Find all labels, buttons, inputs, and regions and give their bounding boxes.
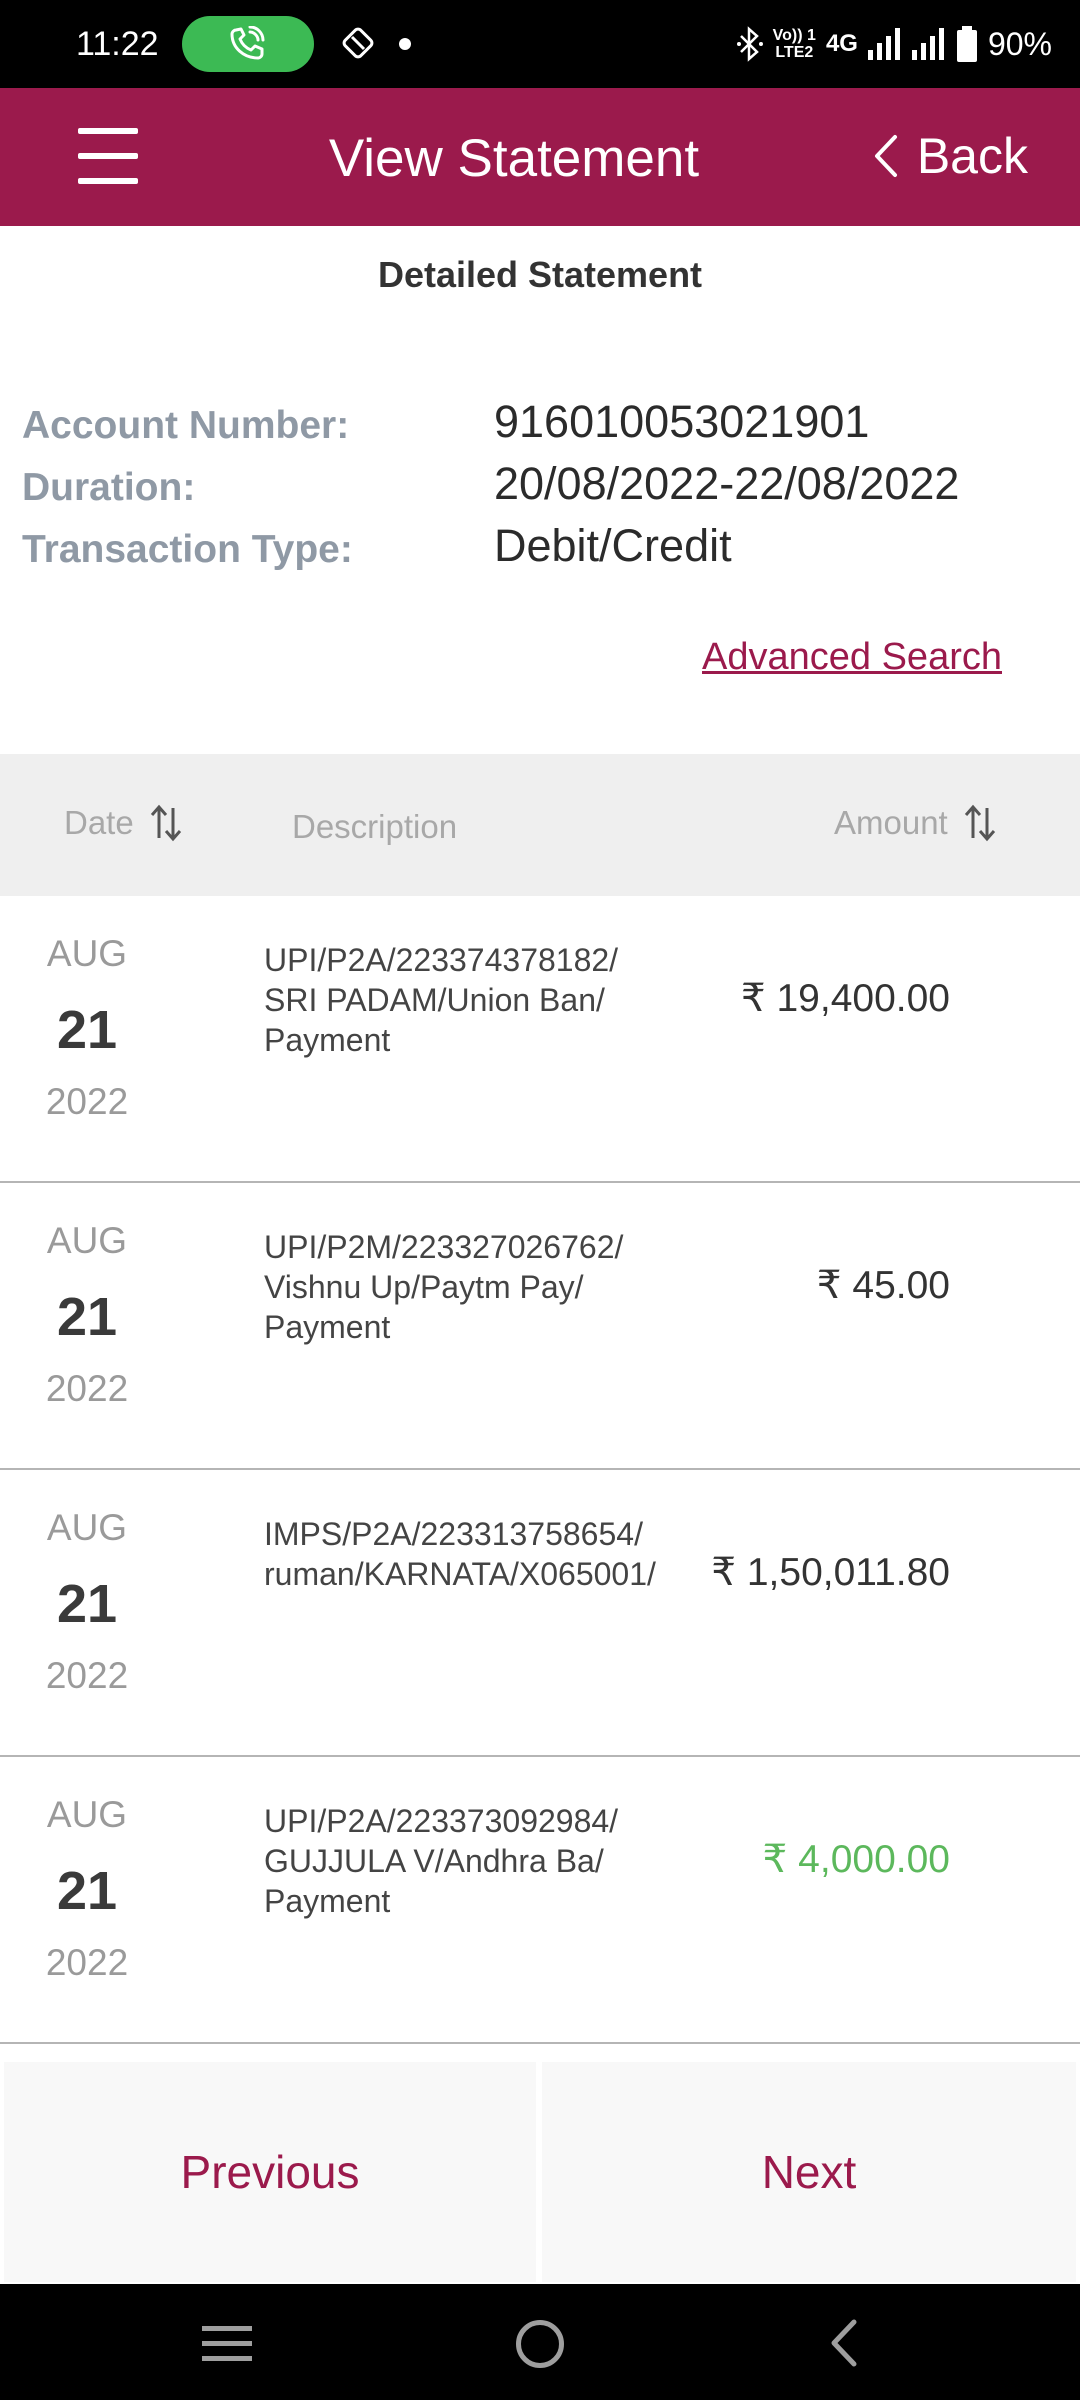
- account-number-value: 916010053021901: [494, 396, 870, 447]
- signal-icon: [867, 28, 900, 60]
- status-bar: 11:22 Vo)) 1 LTE2 4G 90%: [0, 0, 1080, 88]
- recents-icon[interactable]: [202, 2324, 252, 2364]
- date-month: AUG: [46, 933, 128, 974]
- transaction-amount: ₹ 45.00: [816, 1264, 950, 1307]
- transaction-amount: ₹ 19,400.00: [740, 977, 950, 1020]
- date-month: AUG: [46, 1794, 128, 1835]
- sort-arrows-icon: [964, 804, 995, 842]
- previous-button[interactable]: Previous: [4, 2062, 536, 2282]
- back-label: Back: [916, 128, 1028, 184]
- home-icon[interactable]: [516, 2320, 564, 2368]
- date-month: AUG: [46, 1507, 128, 1548]
- notification-dot: [399, 38, 411, 50]
- transaction-description: UPI/P2M/223327026762/ Vishnu Up/Paytm Pa…: [264, 1229, 624, 1345]
- transaction-row[interactable]: AUG 21 2022 UPI/P2A/223373092984/ GUJJUL…: [0, 1757, 1080, 2044]
- description-column-header: Description: [292, 808, 458, 845]
- pagination: Previous Next: [0, 2062, 1080, 2282]
- duration-label: Duration:: [22, 466, 196, 509]
- section-title: Detailed Statement: [377, 254, 703, 295]
- transaction-description: UPI/P2A/223373092984/ GUJJULA V/Andhra B…: [264, 1803, 619, 1919]
- transaction-row[interactable]: AUG 21 2022 UPI/P2M/223327026762/ Vishnu…: [0, 1183, 1080, 1470]
- volte-indicator: Vo)) 1 LTE2: [772, 27, 816, 61]
- transaction-description: IMPS/P2A/223313758654/ ruman/KARNATA/X06…: [264, 1516, 656, 1592]
- back-nav-icon[interactable]: [828, 2318, 858, 2368]
- date-column-header: Date: [64, 804, 134, 841]
- transaction-row[interactable]: AUG 21 2022 IMPS/P2A/223313758654/ ruman…: [0, 1470, 1080, 1757]
- notification-app-icon: [342, 27, 374, 59]
- transaction-type-value: Debit/Credit: [494, 520, 732, 571]
- chevron-left-icon: [874, 135, 897, 177]
- date-year: 2022: [45, 1368, 129, 1409]
- phone-call-icon: [230, 26, 265, 60]
- duration-row: Duration: 20/08/2022-22/08/2022: [0, 458, 1080, 518]
- account-number-label: Account Number:: [22, 404, 350, 447]
- transaction-description: UPI/P2A/223374378182/ SRI PADAM/Union Ba…: [264, 942, 619, 1058]
- duration-value: 20/08/2022-22/08/2022: [494, 458, 960, 509]
- next-button[interactable]: Next: [542, 2062, 1076, 2282]
- status-time: 11:22: [76, 25, 159, 63]
- account-number-row: Account Number: 916010053021901: [0, 396, 1080, 456]
- transaction-date: AUG 21 2022: [0, 1506, 174, 1698]
- sort-by-amount[interactable]: Amount: [834, 802, 998, 844]
- date-day: 21: [56, 1574, 118, 1634]
- date-day: 21: [56, 1287, 118, 1347]
- system-nav-bar: [0, 2284, 1080, 2400]
- bluetooth-icon: [736, 26, 763, 62]
- sort-arrows-icon: [150, 804, 181, 842]
- transaction-date: AUG 21 2022: [0, 932, 174, 1124]
- battery-icon: [956, 26, 977, 62]
- sort-by-date[interactable]: Date: [64, 802, 184, 844]
- ongoing-call-pill[interactable]: [182, 16, 314, 72]
- transaction-amount-credit: ₹ 4,000.00: [762, 1838, 950, 1881]
- status-icons: Vo)) 1 LTE2 4G 90%: [736, 22, 1052, 66]
- battery-percent: 90%: [987, 25, 1052, 62]
- transaction-row[interactable]: AUG 21 2022 UPI/P2A/223374378182/ SRI PA…: [0, 896, 1080, 1183]
- advanced-search-link[interactable]: Advanced Search: [702, 636, 1002, 679]
- amount-column-header: Amount: [834, 804, 948, 841]
- table-header: Date Description Amount: [0, 754, 1080, 896]
- transaction-date: AUG 21 2022: [0, 1793, 174, 1985]
- transaction-type-label: Transaction Type:: [22, 528, 353, 571]
- back-button[interactable]: Back: [873, 124, 1028, 188]
- transaction-date: AUG 21 2022: [0, 1219, 174, 1411]
- transaction-amount: ₹ 1,50,011.80: [711, 1551, 950, 1594]
- app-header: View Statement Back: [0, 88, 1080, 226]
- network-type: 4G: [825, 30, 858, 57]
- date-day: 21: [56, 1000, 118, 1060]
- signal-icon-2: [911, 28, 944, 60]
- date-year: 2022: [45, 1655, 129, 1696]
- date-year: 2022: [45, 1942, 129, 1983]
- date-year: 2022: [45, 1081, 129, 1122]
- transaction-type-row: Transaction Type: Debit/Credit: [0, 520, 1080, 580]
- date-month: AUG: [46, 1220, 128, 1261]
- date-day: 21: [56, 1861, 118, 1921]
